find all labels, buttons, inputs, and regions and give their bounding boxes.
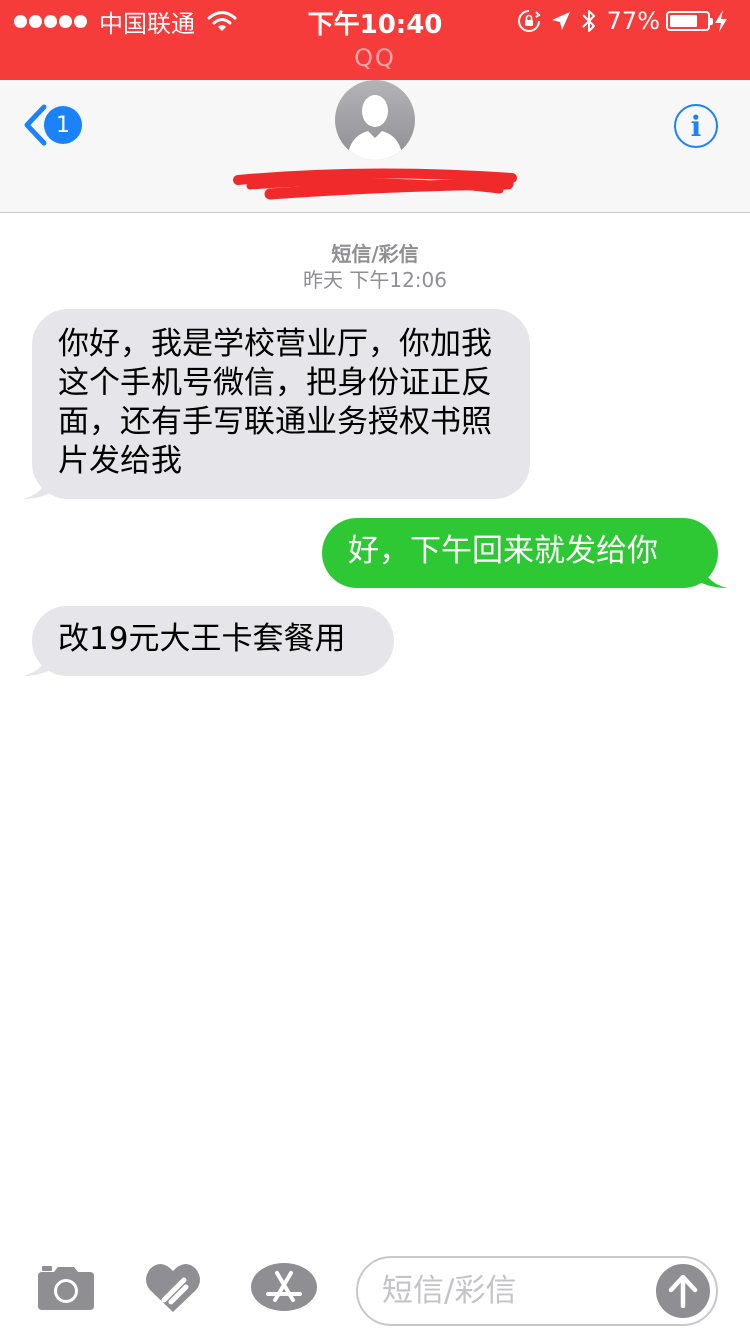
battery-percent: 77%	[606, 7, 660, 35]
send-button[interactable]	[656, 1264, 710, 1318]
contact-avatar[interactable]	[335, 80, 415, 160]
battery-fill	[670, 15, 697, 27]
battery-icon	[666, 11, 713, 31]
location-arrow-icon	[551, 12, 570, 30]
outgoing-bubble-tail	[692, 555, 728, 588]
status-right: 77%	[517, 6, 738, 36]
digital-touch-button[interactable]	[144, 1260, 202, 1318]
incoming-message[interactable]: 你好，我是学校营业厅，你加我这个手机号微信，把身份证正反面，还有手写联通业务授权…	[32, 309, 530, 499]
person-silhouette-icon	[347, 95, 403, 160]
return-to-app-label[interactable]: QQ	[0, 44, 750, 72]
charging-bolt-icon	[715, 10, 727, 32]
incoming-message[interactable]: 改19元大王卡套餐用	[32, 606, 394, 676]
back-button[interactable]: 1	[22, 104, 82, 146]
conversation-header: 1 i	[0, 80, 750, 213]
digital-touch-heart-icon	[146, 1263, 200, 1312]
camera-button[interactable]	[36, 1264, 96, 1316]
compose-bar	[0, 1248, 750, 1334]
message-input-wrapper	[356, 1256, 718, 1326]
message-input[interactable]	[382, 1258, 652, 1324]
outgoing-message[interactable]: 好，下午回来就发给你	[322, 518, 718, 588]
message-type-label: 短信/彩信	[331, 242, 419, 266]
info-icon[interactable]: i	[674, 104, 718, 148]
incoming-bubble-tail	[22, 643, 58, 676]
orientation-lock-icon	[517, 10, 541, 32]
camera-icon	[38, 1266, 94, 1310]
message-timestamp: 昨天 下午12:06	[303, 268, 447, 292]
app-store-button[interactable]	[250, 1262, 318, 1316]
incoming-bubble-tail	[22, 466, 58, 499]
arrow-up-icon	[668, 1274, 698, 1308]
contact-name-redaction[interactable]	[230, 166, 520, 206]
app-store-icon	[251, 1263, 317, 1311]
status-bar: 中国联通 下午10:40 77% QQ	[0, 0, 750, 80]
unread-count-badge: 1	[44, 106, 82, 144]
bluetooth-icon	[581, 10, 595, 32]
